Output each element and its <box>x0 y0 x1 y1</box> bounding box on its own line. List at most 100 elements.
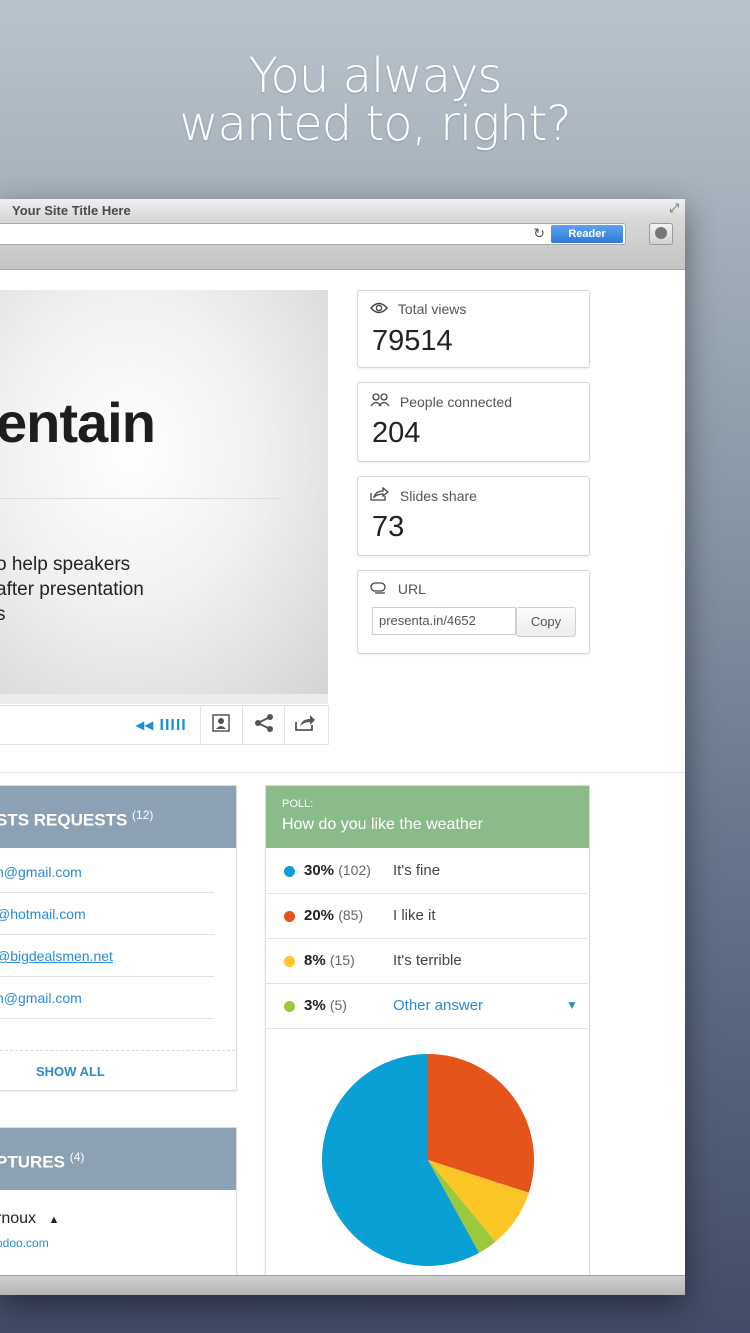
url-field[interactable]: presenta.in/4652 <box>372 607 516 635</box>
download-icon <box>655 227 667 239</box>
request-email[interactable]: @bigdealsmen.net <box>0 948 113 964</box>
poll-option[interactable]: 3% (5) Other answer ▼ <box>266 984 588 1029</box>
headline-line-2: wanted to, right? <box>179 96 571 152</box>
requests-count: (12) <box>132 808 154 822</box>
color-dot <box>284 911 295 922</box>
poll-answer: I like it <box>393 907 436 924</box>
poll-pct: 8% <box>304 952 326 969</box>
poll-count: (85) <box>338 907 364 923</box>
show-all-button[interactable]: SHOW ALL <box>0 1050 235 1091</box>
total-views-card: Total views 79514 <box>357 290 590 368</box>
list-item[interactable]: n@gmail.com <box>0 976 214 1019</box>
color-dot <box>284 1001 295 1012</box>
list-item[interactable]: @bigdealsmen.net <box>0 934 214 977</box>
slide-desc-line-3: s <box>0 604 6 625</box>
slides-share-value: 73 <box>372 511 405 543</box>
poll-pct: 3% <box>304 997 326 1014</box>
request-email[interactable]: @hotmail.com <box>0 906 86 922</box>
download-button[interactable] <box>649 223 673 245</box>
page-content: entain o help speakers after presentatio… <box>0 270 685 1295</box>
slide-desc-line-2: after presentation <box>0 579 144 600</box>
capture-email[interactable]: odoo.com <box>0 1236 49 1250</box>
slide-progress[interactable] <box>0 694 328 704</box>
headline: You always wanted to, right? <box>0 52 750 148</box>
captures-header: PTURES (4) <box>0 1128 236 1190</box>
poll-kicker: POLL: <box>282 798 314 810</box>
captures-count: (4) <box>69 1150 85 1164</box>
poll-option[interactable]: 8% (15) It's terrible <box>266 939 588 984</box>
volume-icon[interactable]: ◂◂ IIIII <box>136 715 187 735</box>
url-label: URL <box>397 581 426 597</box>
person-icon[interactable] <box>212 714 230 737</box>
captures-panel: PTURES (4) rnoux ▲ odoo.com <box>0 1127 237 1295</box>
poll-answer: It's fine <box>393 862 441 879</box>
total-views-label: Total views <box>397 301 467 317</box>
list-item[interactable]: n@gmail.com <box>0 850 214 893</box>
fullscreen-icon[interactable]: ⤢ <box>669 201 679 216</box>
share-icon[interactable] <box>254 714 274 737</box>
caret-up-icon[interactable]: ▲ <box>48 1214 59 1226</box>
poll-pct: 30% <box>304 862 335 879</box>
captures-title: PTURES <box>0 1152 65 1172</box>
slide-description: o help speakers after presentation s <box>0 552 326 627</box>
poll-count: (102) <box>338 862 371 878</box>
eye-icon <box>370 301 392 317</box>
reader-button[interactable]: Reader <box>551 225 623 243</box>
control-separator <box>242 706 243 744</box>
poll-panel: POLL: How do you like the weather 30% (1… <box>265 785 590 1295</box>
caret-down-icon[interactable]: ▼ <box>566 998 578 1012</box>
color-dot <box>284 956 295 967</box>
poll-count: (5) <box>329 997 347 1013</box>
control-separator <box>200 706 201 744</box>
requests-panel: STS REQUESTS (12) n@gmail.com @hotmail.c… <box>0 785 237 1091</box>
poll-question: How do you like the weather <box>282 816 483 833</box>
poll-count: (15) <box>329 952 355 968</box>
total-views-value: 79514 <box>372 325 453 357</box>
capture-item[interactable]: rnoux ▲ <box>0 1210 59 1228</box>
show-all-label: SHOW ALL <box>36 1064 105 1079</box>
color-dot <box>284 866 295 877</box>
slides-share-label-row: Slides share <box>370 486 477 504</box>
poll-header: POLL: How do you like the weather <box>266 786 589 848</box>
poll-answer[interactable]: Other answer <box>393 997 483 1014</box>
slides-share-label: Slides share <box>399 488 477 504</box>
poll-answer: It's terrible <box>393 952 462 969</box>
capture-name: rnoux <box>0 1210 37 1227</box>
slide-divider <box>0 498 280 499</box>
people-connected-label-row: People connected <box>370 393 512 410</box>
browser-toolbar: ↻ Reader <box>0 221 685 270</box>
address-bar[interactable]: ↻ Reader <box>0 223 626 245</box>
url-label-row: URL <box>370 581 426 597</box>
poll-pct: 20% <box>304 907 335 924</box>
total-views-label-row: Total views <box>370 301 466 317</box>
export-icon[interactable] <box>294 714 316 737</box>
requests-title: STS REQUESTS <box>0 810 128 830</box>
reload-icon[interactable]: ↻ <box>533 225 545 242</box>
url-card: URL presenta.in/4652 Copy <box>357 570 590 654</box>
request-email[interactable]: n@gmail.com <box>0 864 82 880</box>
slide-controls: ◂◂ IIIII <box>0 705 329 745</box>
headline-line-1: You always <box>248 48 503 104</box>
section-divider <box>0 772 685 773</box>
slide-brand-text: entain <box>0 391 156 454</box>
control-separator <box>284 706 285 744</box>
browser-bottom-bar <box>0 1275 685 1295</box>
copy-button[interactable]: Copy <box>516 607 576 637</box>
people-connected-card: People connected 204 <box>357 382 590 462</box>
link-icon <box>370 581 392 597</box>
slide-viewer[interactable]: entain o help speakers after presentatio… <box>0 290 328 695</box>
poll-option[interactable]: 30% (102) It's fine <box>266 849 588 894</box>
people-icon <box>370 393 394 410</box>
browser-window: Your Site Title Here ⤢ ↻ Reader entain o… <box>0 199 685 1295</box>
window-title: Your Site Title Here <box>12 203 131 218</box>
poll-pie-chart <box>321 1054 534 1266</box>
people-connected-label: People connected <box>399 394 512 410</box>
request-email[interactable]: n@gmail.com <box>0 990 82 1006</box>
list-item[interactable]: @hotmail.com <box>0 892 214 935</box>
people-connected-value: 204 <box>372 417 421 449</box>
poll-option[interactable]: 20% (85) I like it <box>266 894 588 939</box>
slides-share-card: Slides share 73 <box>357 476 590 556</box>
share-box-icon <box>370 486 394 504</box>
requests-header: STS REQUESTS (12) <box>0 786 236 848</box>
browser-titlebar: Your Site Title Here ⤢ <box>0 199 685 221</box>
